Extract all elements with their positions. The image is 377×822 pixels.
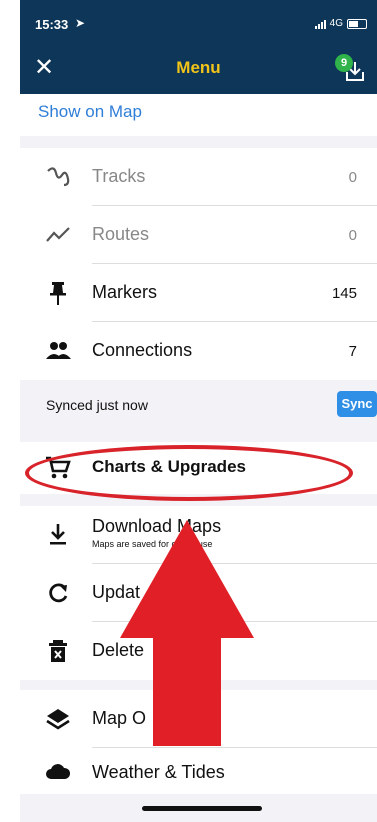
people-icon [46, 342, 71, 359]
red-arrow-annotation [120, 520, 254, 746]
menu-item-markers[interactable]: Markers 145 [20, 264, 377, 322]
routes-count: 0 [348, 227, 357, 244]
battery-icon [347, 18, 367, 29]
left-margin [0, 0, 20, 822]
sync-status: Synced just now [46, 397, 148, 413]
tracks-label: Tracks [92, 166, 146, 186]
pin-icon [50, 282, 66, 305]
routes-label: Routes [92, 224, 150, 244]
menu-item-routes[interactable]: Routes 0 [20, 206, 377, 264]
markers-label: Markers [92, 282, 158, 302]
tracks-icon [47, 167, 70, 187]
page-title: Menu [176, 58, 221, 77]
routes-icon [46, 227, 70, 242]
show-on-map-link[interactable]: Show on Map [20, 94, 377, 136]
menu-item-weather-tides[interactable]: Weather & Tides [20, 748, 377, 794]
refresh-icon [49, 583, 68, 603]
status-bar: 15:33 ➤ 4G [20, 0, 377, 44]
status-time: 15:33 [35, 17, 69, 32]
signal-icon [314, 19, 326, 29]
nav-bar: ✕ Menu 9 [20, 44, 377, 94]
sync-button[interactable]: Sync [337, 391, 377, 417]
connections-count: 7 [348, 343, 357, 360]
menu-item-connections[interactable]: Connections 7 [20, 322, 377, 380]
highlight-ellipse [25, 445, 353, 501]
show-on-map-label: Show on Map [38, 102, 142, 121]
download-count-badge: 9 [335, 54, 353, 72]
trash-icon [49, 640, 67, 662]
connections-label: Connections [92, 340, 193, 360]
menu-item-tracks[interactable]: Tracks 0 [20, 148, 377, 206]
tracks-count: 0 [348, 169, 357, 186]
page: 15:33 ➤ 4G ✕ Menu 9 Show on Map Tracks 0… [0, 0, 377, 822]
home-indicator [142, 806, 262, 811]
weather-tides-label: Weather & Tides [92, 762, 225, 782]
sync-row: Synced just now Sync [20, 380, 377, 430]
markers-count: 145 [331, 285, 357, 302]
location-icon: ➤ [75, 16, 86, 30]
status-indicators: 4G [314, 18, 367, 29]
download-icon [50, 524, 66, 545]
layers-icon [46, 709, 70, 730]
network-type: 4G [329, 18, 343, 29]
cloud-icon [46, 764, 71, 779]
downloads-button[interactable]: 9 [335, 54, 367, 86]
